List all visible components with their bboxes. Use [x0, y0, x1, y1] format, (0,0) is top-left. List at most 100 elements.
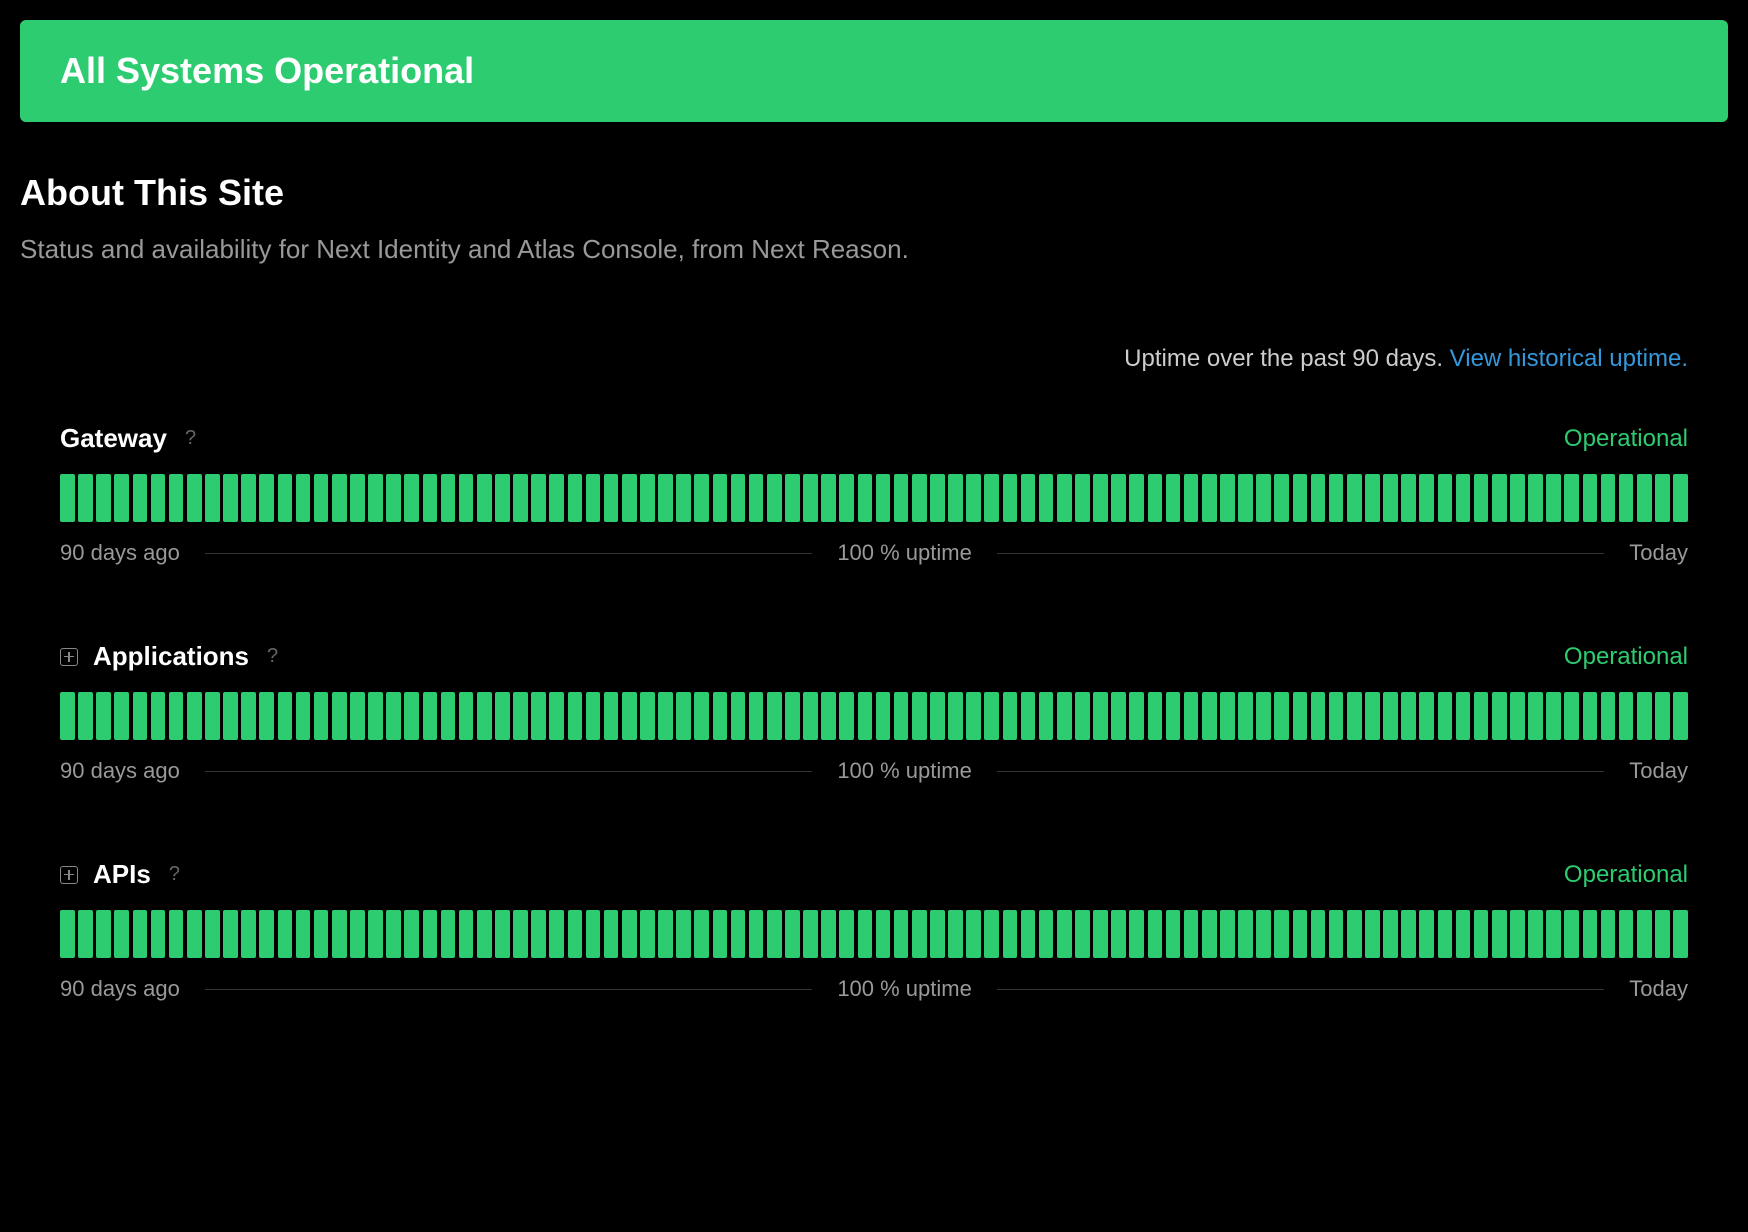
uptime-day-bar[interactable]	[96, 474, 111, 522]
uptime-day-bar[interactable]	[1202, 474, 1217, 522]
uptime-day-bar[interactable]	[151, 910, 166, 958]
uptime-day-bar[interactable]	[1311, 910, 1326, 958]
uptime-day-bar[interactable]	[749, 910, 764, 958]
uptime-day-bar[interactable]	[966, 474, 981, 522]
uptime-day-bar[interactable]	[60, 474, 75, 522]
uptime-day-bar[interactable]	[296, 910, 311, 958]
uptime-day-bar[interactable]	[1111, 474, 1126, 522]
uptime-day-bar[interactable]	[876, 910, 891, 958]
uptime-day-bar[interactable]	[187, 474, 202, 522]
uptime-day-bar[interactable]	[296, 474, 311, 522]
uptime-day-bar[interactable]	[1093, 474, 1108, 522]
uptime-day-bar[interactable]	[1021, 910, 1036, 958]
uptime-day-bar[interactable]	[404, 692, 419, 740]
uptime-day-bar[interactable]	[1601, 910, 1616, 958]
uptime-day-bar[interactable]	[1546, 692, 1561, 740]
uptime-day-bar[interactable]	[1256, 692, 1271, 740]
uptime-day-bar[interactable]	[1347, 692, 1362, 740]
uptime-day-bar[interactable]	[1546, 474, 1561, 522]
uptime-day-bar[interactable]	[694, 910, 709, 958]
uptime-day-bar[interactable]	[586, 474, 601, 522]
uptime-day-bar[interactable]	[1438, 692, 1453, 740]
uptime-day-bar[interactable]	[984, 692, 999, 740]
uptime-day-bar[interactable]	[676, 474, 691, 522]
uptime-day-bar[interactable]	[1293, 692, 1308, 740]
uptime-day-bar[interactable]	[441, 910, 456, 958]
uptime-day-bar[interactable]	[930, 910, 945, 958]
uptime-day-bar[interactable]	[604, 474, 619, 522]
uptime-day-bar[interactable]	[1383, 910, 1398, 958]
uptime-day-bar[interactable]	[966, 692, 981, 740]
uptime-day-bar[interactable]	[1148, 910, 1163, 958]
uptime-day-bar[interactable]	[1564, 474, 1579, 522]
uptime-day-bar[interactable]	[1347, 910, 1362, 958]
uptime-day-bar[interactable]	[821, 910, 836, 958]
uptime-day-bar[interactable]	[1111, 692, 1126, 740]
uptime-day-bar[interactable]	[60, 692, 75, 740]
uptime-day-bar[interactable]	[368, 910, 383, 958]
uptime-day-bar[interactable]	[1419, 692, 1434, 740]
uptime-day-bar[interactable]	[1184, 692, 1199, 740]
uptime-day-bar[interactable]	[1438, 910, 1453, 958]
uptime-day-bar[interactable]	[1619, 692, 1634, 740]
uptime-day-bar[interactable]	[658, 910, 673, 958]
uptime-day-bar[interactable]	[1528, 474, 1543, 522]
uptime-day-bar[interactable]	[386, 474, 401, 522]
uptime-day-bar[interactable]	[278, 474, 293, 522]
uptime-day-bar[interactable]	[767, 692, 782, 740]
uptime-day-bar[interactable]	[241, 692, 256, 740]
uptime-day-bar[interactable]	[1057, 474, 1072, 522]
uptime-day-bar[interactable]	[423, 474, 438, 522]
uptime-day-bar[interactable]	[568, 692, 583, 740]
uptime-day-bar[interactable]	[767, 474, 782, 522]
uptime-day-bar[interactable]	[1601, 474, 1616, 522]
uptime-day-bar[interactable]	[1619, 474, 1634, 522]
uptime-day-bar[interactable]	[332, 474, 347, 522]
uptime-day-bar[interactable]	[278, 910, 293, 958]
uptime-day-bar[interactable]	[713, 474, 728, 522]
uptime-day-bar[interactable]	[966, 910, 981, 958]
uptime-day-bar[interactable]	[549, 474, 564, 522]
uptime-day-bar[interactable]	[404, 910, 419, 958]
uptime-day-bar[interactable]	[459, 692, 474, 740]
uptime-day-bar[interactable]	[676, 692, 691, 740]
uptime-day-bar[interactable]	[1528, 910, 1543, 958]
uptime-day-bar[interactable]	[187, 692, 202, 740]
uptime-day-bar[interactable]	[1474, 474, 1489, 522]
uptime-day-bar[interactable]	[1456, 692, 1471, 740]
uptime-day-bar[interactable]	[205, 692, 220, 740]
uptime-day-bar[interactable]	[821, 474, 836, 522]
uptime-day-bar[interactable]	[568, 474, 583, 522]
uptime-day-bar[interactable]	[658, 692, 673, 740]
uptime-day-bar[interactable]	[1311, 692, 1326, 740]
uptime-day-bar[interactable]	[386, 692, 401, 740]
uptime-day-bar[interactable]	[1383, 474, 1398, 522]
uptime-day-bar[interactable]	[1274, 692, 1289, 740]
uptime-day-bar[interactable]	[1510, 474, 1525, 522]
uptime-day-bar[interactable]	[441, 474, 456, 522]
uptime-day-bar[interactable]	[169, 910, 184, 958]
uptime-day-bar[interactable]	[404, 474, 419, 522]
uptime-day-bar[interactable]	[1401, 474, 1416, 522]
uptime-day-bar[interactable]	[1401, 692, 1416, 740]
uptime-day-bar[interactable]	[1583, 692, 1598, 740]
uptime-day-bar[interactable]	[1492, 474, 1507, 522]
uptime-day-bar[interactable]	[223, 692, 238, 740]
uptime-day-bar[interactable]	[1220, 474, 1235, 522]
uptime-day-bar[interactable]	[1220, 910, 1235, 958]
uptime-day-bar[interactable]	[96, 910, 111, 958]
uptime-day-bar[interactable]	[78, 692, 93, 740]
uptime-day-bar[interactable]	[1655, 474, 1670, 522]
uptime-day-bar[interactable]	[1021, 692, 1036, 740]
uptime-day-bar[interactable]	[133, 692, 148, 740]
uptime-day-bar[interactable]	[1148, 692, 1163, 740]
uptime-day-bar[interactable]	[803, 474, 818, 522]
uptime-day-bar[interactable]	[1039, 910, 1054, 958]
uptime-day-bar[interactable]	[658, 474, 673, 522]
uptime-day-bar[interactable]	[96, 692, 111, 740]
uptime-day-bar[interactable]	[314, 474, 329, 522]
uptime-day-bar[interactable]	[1166, 474, 1181, 522]
uptime-day-bar[interactable]	[1184, 910, 1199, 958]
uptime-day-bar[interactable]	[1329, 910, 1344, 958]
uptime-day-bar[interactable]	[1365, 910, 1380, 958]
